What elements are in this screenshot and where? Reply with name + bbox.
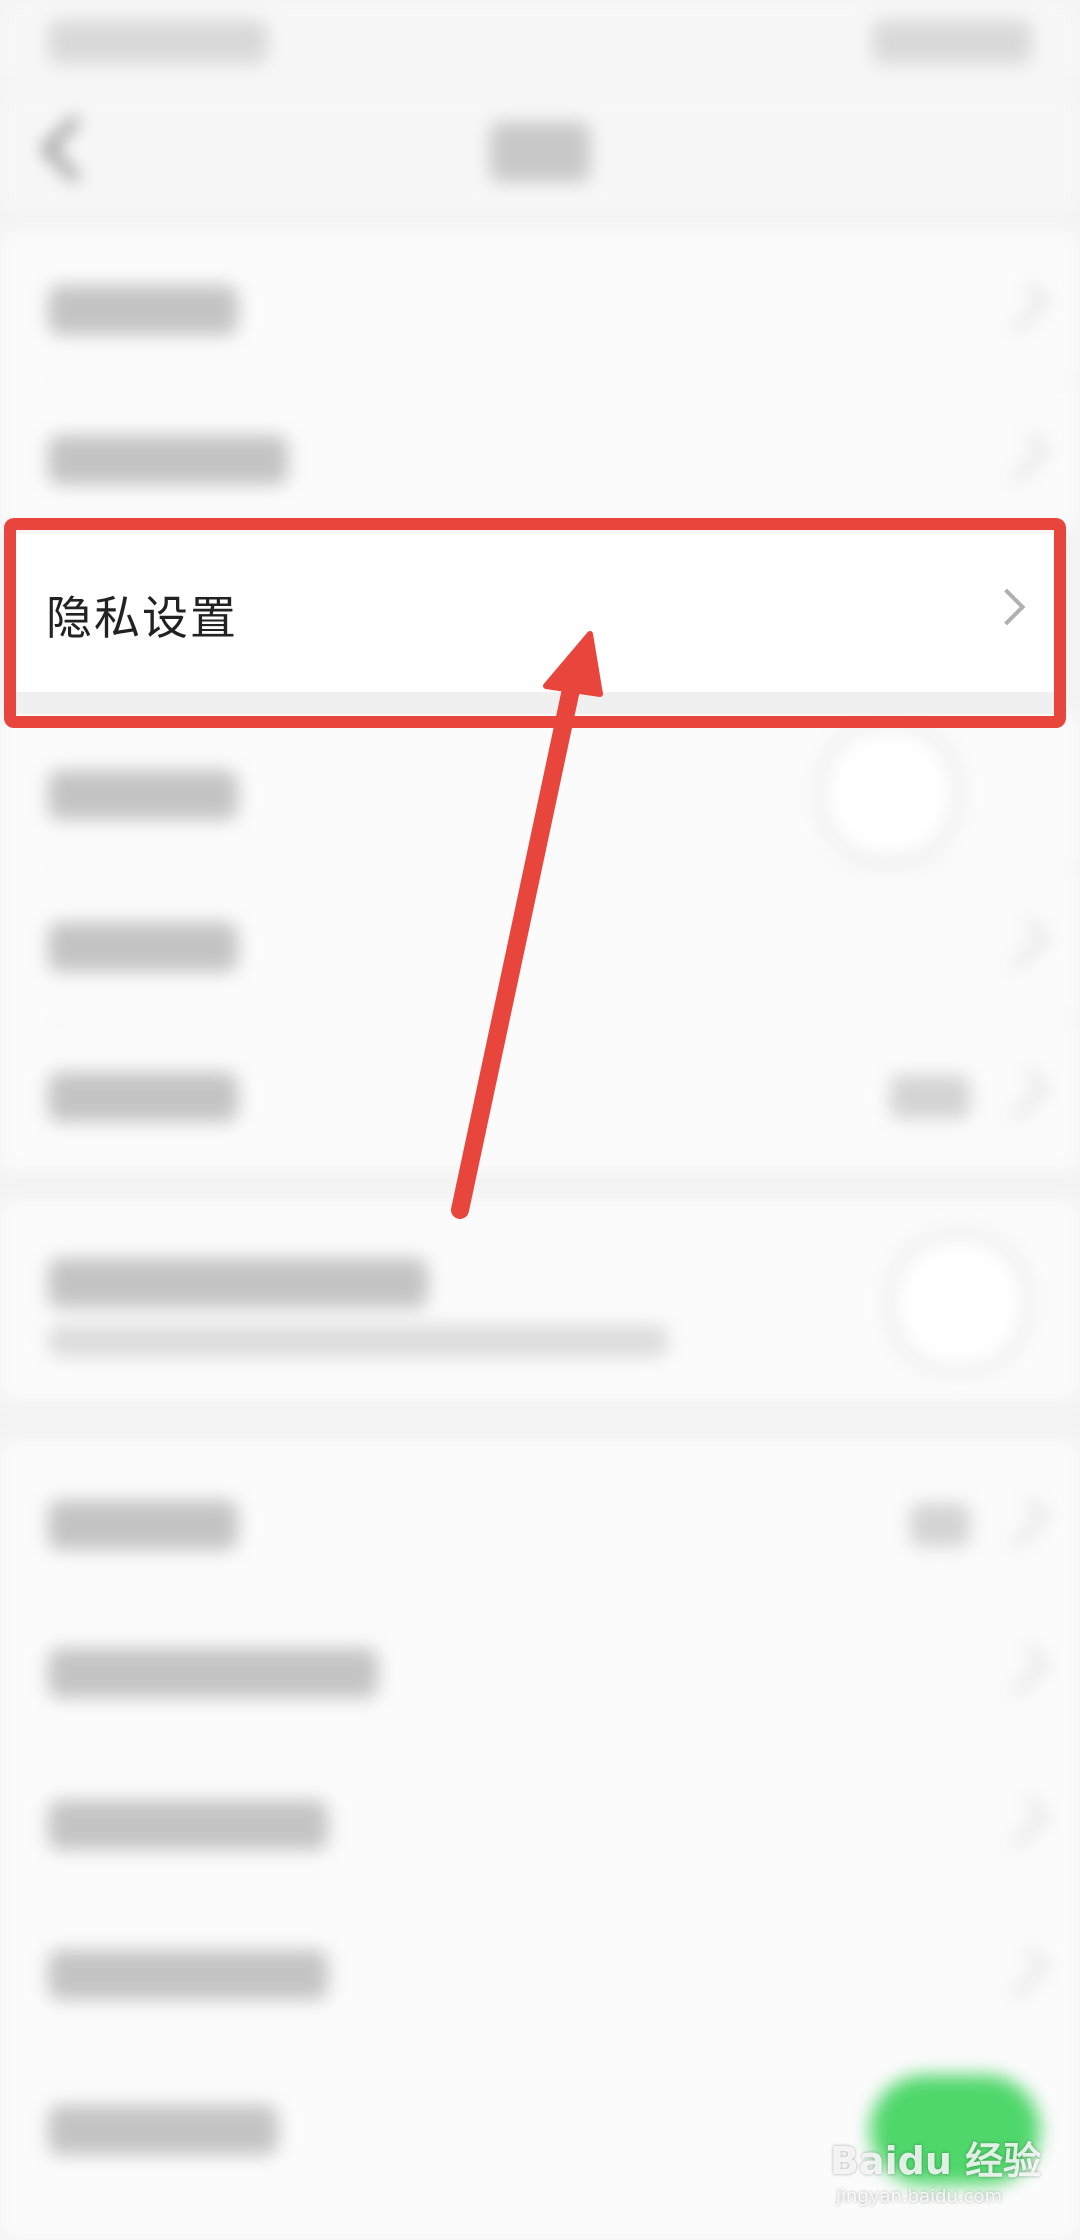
page-title — [490, 122, 590, 182]
highlight-box — [4, 518, 1066, 728]
status-bar — [0, 0, 1080, 90]
settings-row[interactable] — [0, 1017, 1080, 1167]
settings-row-toggle[interactable] — [0, 712, 1080, 864]
settings-row[interactable] — [0, 1890, 1080, 2040]
settings-row[interactable] — [0, 867, 1080, 1017]
settings-row[interactable] — [0, 1440, 1080, 1590]
settings-row[interactable] — [0, 230, 1080, 380]
settings-row[interactable] — [0, 1590, 1080, 1740]
toggle-switch[interactable] — [818, 722, 960, 864]
settings-section-4 — [0, 1440, 1080, 2240]
title-bar — [0, 90, 1080, 215]
settings-row[interactable] — [0, 380, 1080, 530]
watermark-url: jingyan.baidu.com — [836, 2186, 1003, 2207]
settings-section-3 — [0, 1200, 1080, 1400]
status-bar-carrier — [48, 20, 268, 64]
back-icon[interactable] — [42, 116, 108, 182]
settings-section-2 — [0, 712, 1080, 1172]
settings-row[interactable] — [0, 1740, 1080, 1890]
watermark-logo: Baidu 经验 — [830, 2139, 1042, 2183]
toggle-switch[interactable] — [888, 1232, 1030, 1374]
status-bar-indicators — [872, 20, 1032, 64]
settings-section-1 — [0, 230, 1080, 530]
